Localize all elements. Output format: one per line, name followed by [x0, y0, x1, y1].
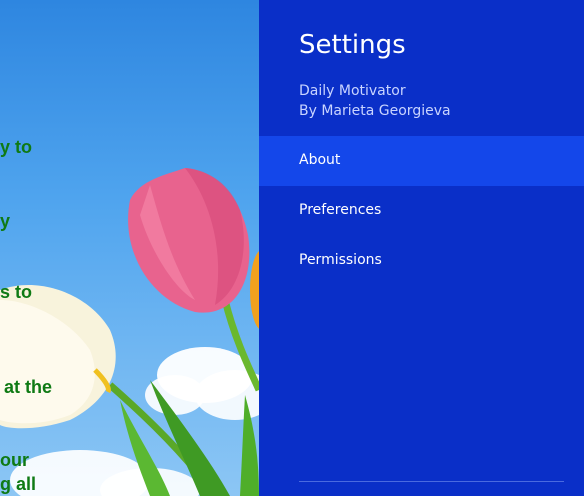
- app-name: Daily Motivator: [299, 83, 406, 99]
- settings-item-label: About: [299, 152, 341, 168]
- quote-text-line: g all: [0, 474, 37, 494]
- quote-text-line: s to: [0, 282, 33, 302]
- settings-item-preferences[interactable]: Preferences: [259, 186, 584, 236]
- divider: [299, 481, 564, 482]
- background-app: y to y s to at the our g all: [0, 0, 259, 496]
- tulip-photo: [0, 168, 259, 496]
- settings-item-label: Preferences: [299, 202, 382, 218]
- settings-item-permissions[interactable]: Permissions: [259, 236, 584, 286]
- settings-title: Settings: [299, 30, 406, 60]
- quote-text-line: at the: [4, 377, 53, 397]
- settings-pane: Settings Daily Motivator By Marieta Geor…: [259, 0, 584, 496]
- settings-item-label: Permissions: [299, 252, 382, 268]
- quote-text-line: y: [0, 211, 11, 231]
- app-author: By Marieta Georgieva: [299, 103, 451, 119]
- quote-text-line: y to: [0, 137, 33, 157]
- settings-item-about[interactable]: About: [259, 136, 584, 186]
- quote-text-line: our: [0, 450, 29, 470]
